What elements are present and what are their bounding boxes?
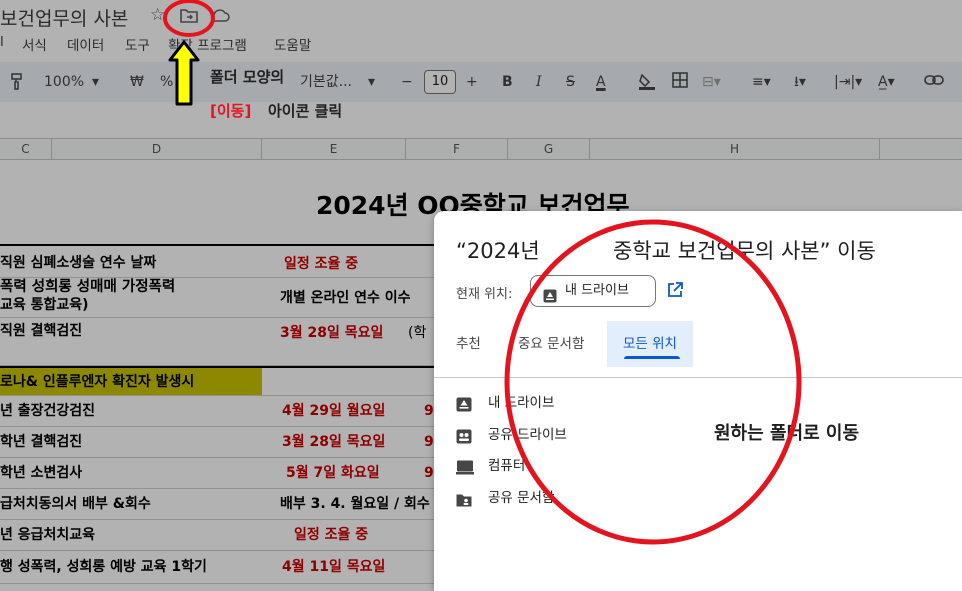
location-computers[interactable]: 컴퓨터 (456, 454, 525, 478)
dialog-title-end: 중학교 보건업무의 사본” 이동 (613, 239, 876, 263)
open-in-new-icon[interactable] (666, 281, 684, 303)
move-dialog: “2024년 중학교 보건업무의 사본” 이동 현재 위치: 내 드라이브 추천… (434, 211, 962, 591)
tab-all-locations[interactable]: 모든 위치 (607, 321, 693, 367)
location-my-drive[interactable]: 내 드라이브 (456, 391, 554, 415)
annotation-icon-click: 아이콘 클릭 (268, 102, 343, 120)
annotation-folder-shape: 폴더 모양의 (210, 68, 285, 86)
shared-with-me-icon (456, 491, 472, 515)
annotation-move-to-folder: 원하는 폴더로 이동 (714, 423, 860, 444)
computer-icon (456, 459, 474, 483)
location-label: 내 드라이브 (488, 395, 555, 411)
location-shared-drives[interactable]: 공유 드라이브 (456, 423, 567, 447)
annotation-move-tag: [이동] (210, 102, 252, 120)
dialog-title-start: “2024년 (456, 239, 540, 263)
current-location-chip[interactable]: 내 드라이브 (530, 275, 656, 307)
location-label: 공유 드라이브 (488, 427, 567, 443)
dialog-title: “2024년 중학교 보건업무의 사본” 이동 (456, 235, 876, 265)
tab-divider (434, 377, 962, 378)
active-tab-indicator (624, 356, 680, 359)
my-drive-icon (543, 285, 557, 315)
tab-suggested[interactable]: 추천 (456, 321, 481, 367)
location-label: 컴퓨터 (488, 458, 526, 474)
location-shared-with-me[interactable]: 공유 문서함 (456, 486, 554, 510)
shared-drives-icon (456, 428, 472, 452)
current-location-label: 현재 위치: (456, 287, 513, 302)
current-location-text: 내 드라이브 (565, 283, 629, 298)
tab-starred[interactable]: 중요 문서함 (518, 321, 584, 367)
my-drive-icon (456, 396, 472, 420)
location-label: 공유 문서함 (488, 490, 555, 506)
